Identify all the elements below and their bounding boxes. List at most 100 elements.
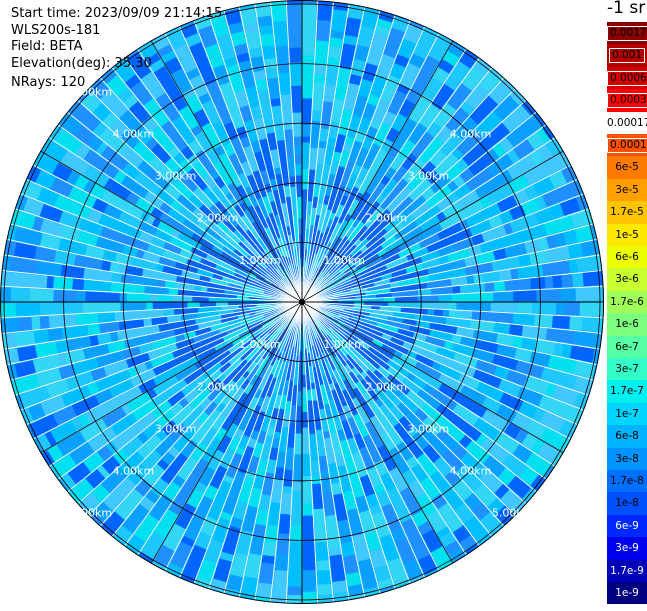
range-gate [292,490,302,499]
colorbar-tick: 3e-5 [607,178,647,202]
range-gate [569,316,583,331]
range-gate [75,290,86,302]
colorbar-tick-label: 1e-8 [615,497,639,510]
range-gate [283,469,294,487]
range-gate [31,316,41,331]
range-gate [65,302,83,315]
colorbar-tick-label: 6e-8 [615,430,639,443]
colorbar-tick-label: 3e-8 [615,452,639,465]
range-gate [427,308,435,316]
range-ring-label: 2.00km [197,380,239,393]
colorbar-tick-label: 1.7e-5 [610,206,644,219]
range-gate [120,274,132,285]
range-gate [311,109,322,122]
range-gate [99,302,121,313]
colorbar-tick-label: 1e-5 [615,228,639,241]
range-gate [18,317,33,332]
range-gate [263,57,277,70]
range-gate [293,145,302,156]
info-panel: Start time: 2023/09/09 21:14:15 WLS200s-… [11,6,222,92]
colorbar-tick-label: 0.00017 [607,116,647,129]
range-gate [294,164,302,176]
colorbar-tick: 0.00017 [607,111,647,134]
range-gate [317,569,332,585]
range-gate [493,280,506,292]
colorbar-tick-label: 1.7e-9 [610,564,644,577]
range-gate [565,302,581,316]
range-gate [15,302,41,317]
range-gate [302,542,317,571]
range-gate [43,289,54,302]
range-gate [39,316,50,330]
colorbar-tick: 1.7e-8 [607,470,647,493]
range-gate [451,293,469,302]
range-gate [269,97,281,107]
colorbar-tick-label: 0.0003 [607,93,647,109]
colorbar-tick-label: 1e-6 [615,318,639,331]
range-gate [146,302,153,311]
colorbar-tick: 6e-8 [607,425,647,448]
range-gate [92,291,120,302]
colorbar-tick-label: 3e-5 [615,183,639,196]
range-gate [293,136,302,146]
range-gate [152,302,167,310]
range-gate [302,124,311,137]
range-gate [53,289,77,302]
elevation-text: Elevation(deg): 35.30 [11,55,152,71]
range-gate [332,580,348,594]
range-gate [302,55,314,75]
range-gate [126,293,151,302]
range-gate [0,287,12,302]
range-ring-label: 1.00km [323,338,365,351]
colorbar-tick-label: 1.7e-8 [610,475,644,487]
colorbar-tick-label: 0.0001 [607,138,647,153]
range-gate [302,28,316,56]
range-ring-label: 4.00km [113,465,155,478]
range-gate [442,309,450,317]
range-gate [303,591,318,604]
colorbar-tick: 1e-7 [607,402,647,426]
range-gate [460,310,473,320]
range-gate [531,302,557,315]
range-gate [280,94,292,108]
range-gate [312,94,324,111]
range-ring-label: 5.00km [492,507,534,520]
colorbar-tick: 1.7e-7 [607,380,647,403]
range-gate [53,276,74,290]
range-gate [490,302,518,313]
range-gate [82,302,101,314]
range-gate [544,275,554,289]
colorbar-tick-label: 1e-7 [615,407,639,420]
colorbar-tick: 6e-7 [607,335,647,358]
range-gate [302,136,311,143]
range-gate [289,62,302,86]
range-gate [270,0,287,22]
range-gate [492,290,514,302]
range-gate [135,285,145,294]
range-gate [292,482,302,491]
colorbar-tick-label: 0.001 [608,48,646,64]
colorbar-tick: 3e-9 [607,537,647,560]
range-gate [290,525,302,541]
range-gate [513,289,537,302]
range-gate [296,391,302,407]
colorbar-tick-label: 1.7e-6 [610,295,644,308]
range-gate [302,515,315,544]
colorbar-tick: 3e-8 [607,447,647,470]
range-gate [508,323,524,336]
range-ring-label: 3.00km [408,170,450,183]
range-gate [278,513,291,535]
range-gate [313,65,326,76]
colorbar-tick-label: 1e-9 [615,587,639,599]
range-gate [289,540,302,563]
range-gate [288,562,302,587]
range-gate [560,287,576,302]
range-ring-label: 4.00km [113,127,155,140]
colorbar-tick: 1.7e-9 [607,559,647,582]
range-gate [287,23,302,48]
range-ring-label: 4.00km [450,465,492,478]
colorbar-tick: 3e-6 [607,268,647,291]
colorbar-unit-label: -1 sr [607,0,646,18]
colorbar-tick-label: 6e-9 [615,519,639,532]
range-gate [302,189,308,207]
